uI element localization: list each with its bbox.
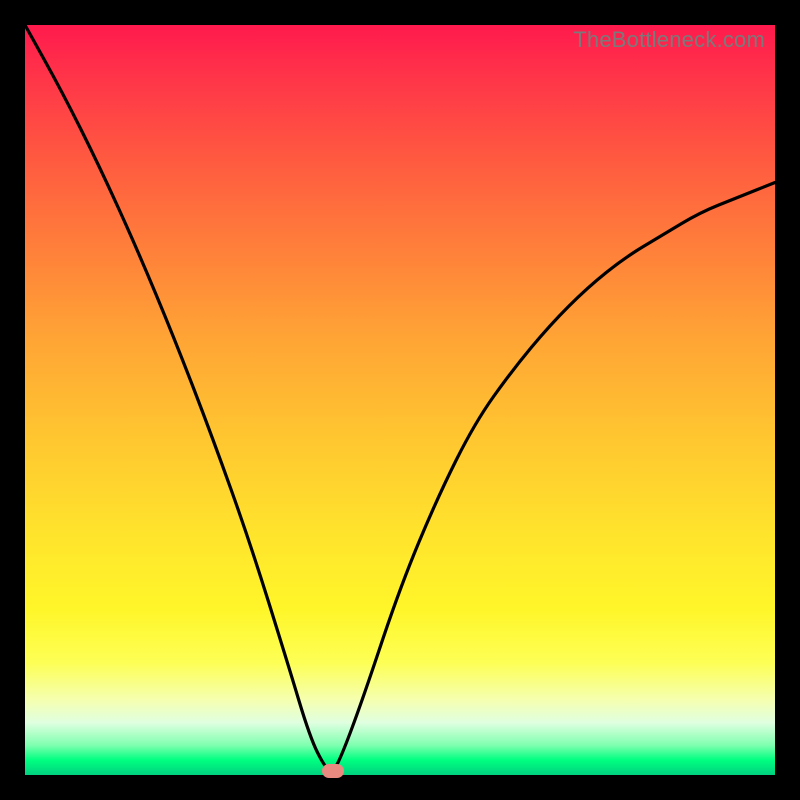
bottleneck-curve [25, 25, 775, 775]
chart-frame: TheBottleneck.com [25, 25, 775, 775]
curve-path [25, 25, 775, 770]
optimum-marker [322, 764, 344, 778]
